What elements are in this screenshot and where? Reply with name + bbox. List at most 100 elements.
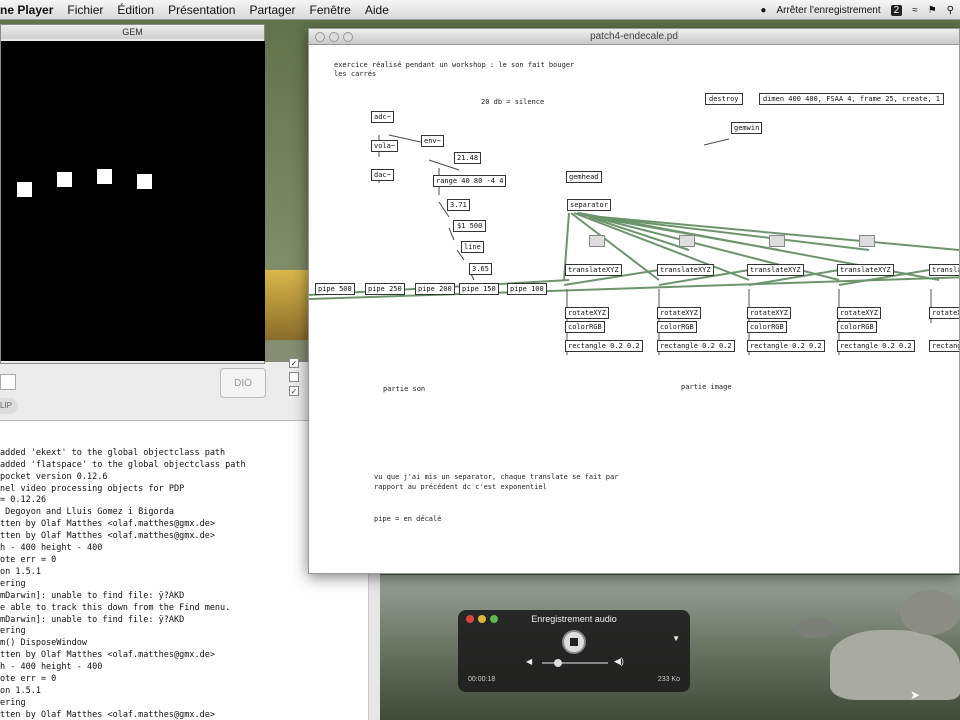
destroy-message[interactable]: destroy: [705, 93, 743, 105]
stop-record-button[interactable]: [562, 630, 586, 654]
dio-button[interactable]: DIO: [220, 368, 266, 398]
checkbox[interactable]: ✓: [289, 358, 299, 368]
menu-partager[interactable]: Partager: [249, 3, 295, 17]
note-comment: pipe = en décalé: [374, 515, 442, 523]
dimen-message[interactable]: dimen 400 400, FSAA 4, frame 25, create,…: [759, 93, 945, 105]
menu-bar: ne Player Fichier Édition Présentation P…: [0, 0, 960, 20]
color-object[interactable]: colorRGB: [657, 321, 697, 333]
color-object[interactable]: colorRGB: [565, 321, 605, 333]
console-line: e able to track this down from the Find …: [0, 602, 231, 613]
pipe-object[interactable]: pipe 500: [315, 283, 355, 295]
patch-window: patch4-endecale.pd exercice réalisé pend…: [308, 28, 960, 574]
separator-object[interactable]: separator: [567, 199, 611, 211]
close-icon[interactable]: [466, 615, 474, 623]
rectangle-object[interactable]: rectangle 0.2 0.2: [657, 340, 735, 352]
toggle-box[interactable]: [679, 235, 695, 247]
color-object[interactable]: colorRGB: [747, 321, 787, 333]
checkbox[interactable]: [289, 372, 299, 382]
pipe-object[interactable]: pipe 100: [507, 283, 547, 295]
dropdown-icon[interactable]: ▼: [672, 634, 680, 643]
badge: 2: [890, 4, 903, 16]
number-box[interactable]: 3.65: [469, 263, 492, 275]
app-menu[interactable]: ne Player: [0, 3, 53, 17]
minimize-icon[interactable]: [478, 615, 486, 623]
volume-high-icon: ◀): [614, 656, 624, 666]
color-object[interactable]: colorRGB: [837, 321, 877, 333]
desktop-rock: [830, 630, 960, 700]
line-message[interactable]: $1 500: [453, 220, 487, 232]
console-line: tten by Olaf Matthes <olaf.matthes@gmx.d…: [0, 650, 215, 661]
toggle-box[interactable]: [589, 235, 605, 247]
toggle-box[interactable]: [859, 235, 875, 247]
menu-fichier[interactable]: Fichier: [67, 3, 103, 17]
pipe-object[interactable]: pipe 150: [459, 283, 499, 295]
translate-object[interactable]: translateXYZ: [565, 264, 622, 276]
lip-button[interactable]: LIP: [0, 398, 18, 414]
translate-object[interactable]: translateXYZ: [657, 264, 714, 276]
toggle-box[interactable]: [769, 235, 785, 247]
elapsed-time: 00:00:18: [468, 676, 496, 683]
square: [17, 182, 32, 197]
adc-object[interactable]: adc~: [371, 111, 394, 123]
pipe-object[interactable]: pipe 250: [365, 283, 405, 295]
console-line: on 1.5.1: [0, 685, 41, 696]
gemwin-object[interactable]: gemwin: [731, 122, 763, 134]
console-line: h - 400 height - 400: [0, 662, 103, 673]
console-line: m() DisposeWindow: [0, 638, 87, 649]
wifi-icon[interactable]: ≈: [912, 5, 918, 16]
zoom-icon[interactable]: [343, 32, 353, 42]
record-icon[interactable]: ●: [760, 5, 766, 16]
checkbox[interactable]: ✓: [289, 386, 299, 396]
mouse-cursor: ➤: [910, 688, 921, 702]
rotate-object[interactable]: rotateXYZ: [657, 307, 701, 319]
desktop-rock: [900, 590, 960, 635]
spotlight-icon[interactable]: ⚲: [947, 5, 954, 16]
rotate-object[interactable]: rotateXYZ: [747, 307, 791, 319]
translate-object[interactable]: translateXYZ: [929, 264, 959, 276]
patch-canvas: exercice réalisé pendant un workshop : l…: [309, 45, 959, 573]
patch-comment: les carrés: [334, 70, 377, 78]
dsp-checkboxes: ✓ ✓: [289, 358, 299, 396]
patch-comment: exercice réalisé pendant un workshop : l…: [334, 61, 575, 69]
pipe-object[interactable]: pipe 200: [415, 283, 455, 295]
gem-canvas: [1, 41, 265, 361]
desktop-rock: [795, 618, 835, 638]
audio-recorder: Enregistrement audio ▼ ◀ ◀) 00:00:18 233…: [458, 610, 690, 692]
rotate-object[interactable]: rotateXYZ: [565, 307, 609, 319]
volume-knob[interactable]: [554, 659, 562, 667]
menu-aide[interactable]: Aide: [365, 3, 389, 17]
partie-image-comment: partie image: [681, 383, 732, 391]
volume-slider[interactable]: [542, 659, 608, 667]
close-icon[interactable]: [315, 32, 325, 42]
env-object[interactable]: env~: [421, 135, 444, 147]
stop-recording-label[interactable]: Arrêter l'enregistrement: [776, 5, 880, 16]
gem-window: GEM: [0, 24, 265, 364]
menu-presentation[interactable]: Présentation: [168, 3, 235, 17]
rotate-object[interactable]: rotateXYZ: [837, 307, 881, 319]
level-field[interactable]: [0, 374, 16, 390]
console-line: ering: [0, 626, 26, 637]
menu-edition[interactable]: Édition: [117, 3, 154, 17]
minimize-icon[interactable]: [329, 32, 339, 42]
number-box[interactable]: 21.48: [454, 152, 482, 164]
number-box[interactable]: 3.71: [447, 199, 470, 211]
menu-fenetre[interactable]: Fenêtre: [310, 3, 351, 17]
line-object[interactable]: line: [461, 241, 484, 253]
translate-object[interactable]: translateXYZ: [837, 264, 894, 276]
rectangle-object[interactable]: rectangle 0.2 0.2: [565, 340, 643, 352]
gemhead-object[interactable]: gemhead: [566, 171, 602, 183]
vola-object[interactable]: vola~: [371, 140, 399, 152]
rectangle-object[interactable]: rectangle 0.2 0.2: [929, 340, 959, 352]
rectangle-object[interactable]: rectangle 0.2 0.2: [837, 340, 915, 352]
volume-low-icon: ◀: [526, 657, 533, 666]
rotate-object[interactable]: rotateXYZ: [929, 307, 959, 319]
range-object[interactable]: range 40 80 -4 4: [433, 175, 507, 187]
zoom-icon[interactable]: [490, 615, 498, 623]
silence-comment: 20 db = silence: [481, 98, 545, 106]
dac-object[interactable]: dac~: [371, 169, 394, 181]
square: [137, 174, 152, 189]
flag-icon[interactable]: ⚑: [928, 5, 937, 16]
translate-object[interactable]: translateXYZ: [747, 264, 804, 276]
rectangle-object[interactable]: rectangle 0.2 0.2: [747, 340, 825, 352]
console-line: tten by Olaf Matthes <olaf.matthes@gmx.d…: [0, 709, 215, 720]
